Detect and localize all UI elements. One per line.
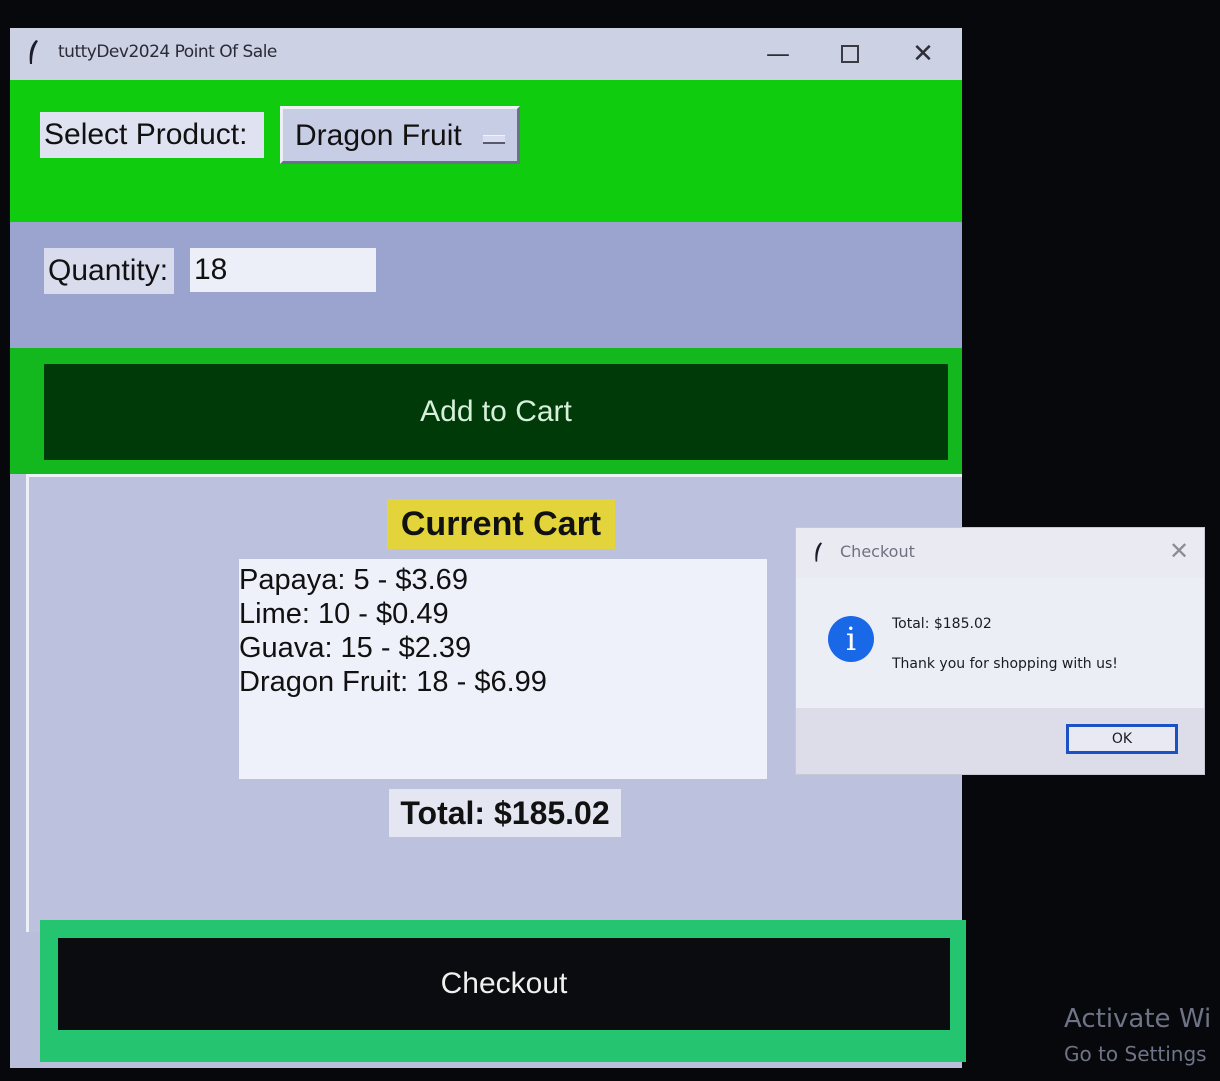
maximize-button[interactable]	[830, 38, 870, 70]
cart-total: Total: $185.02	[389, 789, 621, 837]
product-label: Select Product:	[40, 112, 264, 158]
cart-listbox[interactable]: Papaya: 5 - $3.69 Lime: 10 - $0.49 Guava…	[239, 559, 767, 779]
dialog-title: Checkout	[840, 542, 915, 561]
dropdown-indicator-icon	[483, 135, 505, 144]
quantity-input[interactable]	[190, 248, 376, 292]
checkout-dialog: Checkout ✕ i Total: $185.02 Thank you fo…	[796, 528, 1204, 774]
quantity-label: Quantity:	[44, 248, 174, 294]
product-section: Select Product: Dragon Fruit	[10, 80, 962, 222]
cart-list-item[interactable]: Lime: 10 - $0.49	[239, 597, 767, 631]
add-to-cart-section: Add to Cart	[10, 348, 962, 474]
maximize-icon	[841, 45, 859, 63]
info-icon: i	[828, 616, 874, 662]
product-dropdown[interactable]: Dragon Fruit	[280, 106, 520, 164]
feather-icon	[815, 542, 822, 562]
ok-button[interactable]: OK	[1066, 724, 1178, 754]
dialog-close-button[interactable]: ✕	[1164, 536, 1194, 566]
dialog-footer: OK	[796, 708, 1204, 774]
dropdown-selected-value: Dragon Fruit	[295, 119, 462, 152]
window-title: tuttyDev2024 Point Of Sale	[58, 42, 277, 62]
close-button[interactable]: ✕	[903, 38, 943, 70]
close-icon: ✕	[1168, 537, 1190, 565]
activate-windows-watermark: Activate Wi	[1064, 1004, 1212, 1034]
cart-list-item[interactable]: Papaya: 5 - $3.69	[239, 563, 767, 597]
cart-title: Current Cart	[387, 499, 615, 549]
cart-list-item[interactable]: Guava: 15 - $2.39	[239, 631, 767, 665]
title-bar[interactable]: tuttyDev2024 Point Of Sale — ✕	[10, 28, 962, 80]
close-icon: ✕	[912, 39, 934, 69]
dialog-thanks-text: Thank you for shopping with us!	[892, 656, 1118, 672]
dialog-body: i Total: $185.02 Thank you for shopping …	[796, 578, 1204, 708]
dialog-title-bar[interactable]: Checkout ✕	[796, 528, 1204, 578]
quantity-section: Quantity:	[10, 222, 962, 348]
checkout-button[interactable]: Checkout	[58, 938, 950, 1030]
go-to-settings-watermark: Go to Settings	[1064, 1042, 1207, 1066]
minimize-button[interactable]: —	[758, 38, 798, 70]
minimize-icon: —	[766, 40, 790, 68]
cart-list-item[interactable]: Dragon Fruit: 18 - $6.99	[239, 665, 767, 699]
dialog-total-text: Total: $185.02	[892, 616, 992, 632]
checkout-section: Checkout	[40, 920, 966, 1062]
add-to-cart-button[interactable]: Add to Cart	[44, 364, 948, 460]
feather-icon	[29, 40, 38, 64]
